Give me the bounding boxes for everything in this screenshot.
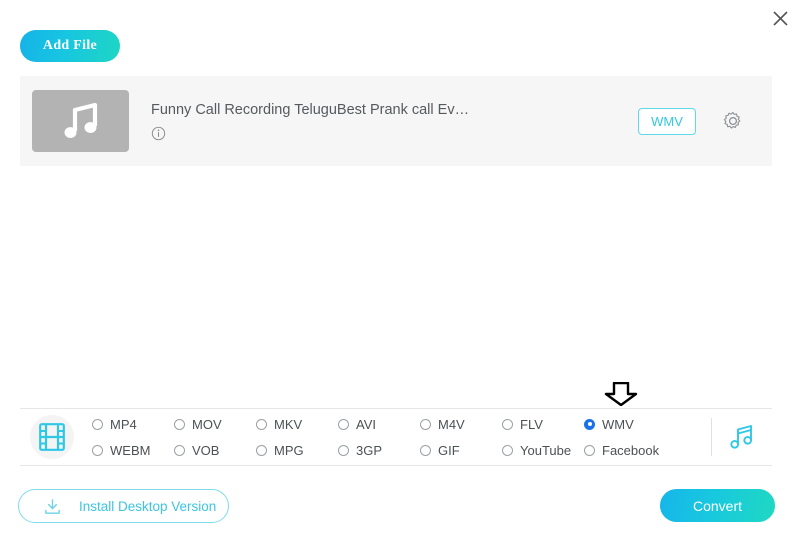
format-option-flv[interactable]: FLV (502, 411, 584, 437)
format-option-wmv[interactable]: WMV (584, 411, 666, 437)
download-icon (43, 497, 62, 516)
format-option-label: WEBM (110, 443, 150, 458)
format-option-label: GIF (438, 443, 460, 458)
close-icon (772, 10, 789, 27)
format-selection-bar: MP4 MOV MKV AVI M4V FLV WMV WEBM VOB MPG 3GP GIF You… (20, 408, 772, 466)
down-arrow-pointer (603, 382, 639, 406)
format-option-mkv[interactable]: MKV (256, 411, 338, 437)
install-desktop-version-label: Install Desktop Version (79, 499, 216, 514)
output-format-badge[interactable]: WMV (638, 108, 696, 135)
file-list-item[interactable]: Funny Call Recording TeluguBest Prank ca… (20, 76, 772, 166)
format-option-label: M4V (438, 417, 465, 432)
format-option-label: WMV (602, 417, 634, 432)
radio-button[interactable] (584, 419, 595, 430)
format-option-facebook[interactable]: Facebook (584, 437, 666, 463)
format-option-mp4[interactable]: MP4 (92, 411, 174, 437)
format-option-gif[interactable]: GIF (420, 437, 502, 463)
audio-formats-button[interactable] (712, 423, 772, 451)
radio-button[interactable] (256, 445, 267, 456)
music-note-icon (59, 101, 103, 141)
file-meta: Funny Call Recording TeluguBest Prank ca… (151, 102, 638, 141)
format-option-label: Facebook (602, 443, 659, 458)
install-desktop-version-button[interactable]: Install Desktop Version (18, 489, 229, 523)
radio-button[interactable] (502, 419, 513, 430)
format-option-label: MOV (192, 417, 222, 432)
format-option-m4v[interactable]: M4V (420, 411, 502, 437)
format-option-mpg[interactable]: MPG (256, 437, 338, 463)
format-option-label: MP4 (110, 417, 137, 432)
file-title: Funny Call Recording TeluguBest Prank ca… (151, 102, 481, 118)
convert-button[interactable]: Convert (660, 489, 775, 522)
format-option-label: MKV (274, 417, 302, 432)
add-file-label: Add File (43, 38, 97, 54)
format-option-avi[interactable]: AVI (338, 411, 420, 437)
add-file-button[interactable]: Add File (20, 30, 120, 62)
close-window-button[interactable] (766, 4, 794, 32)
radio-button[interactable] (174, 419, 185, 430)
radio-button[interactable] (420, 445, 431, 456)
format-options-grid: MP4 MOV MKV AVI M4V FLV WMV WEBM VOB MPG 3GP GIF You… (92, 411, 707, 463)
video-converter-window: Add File Funny Call Recording TeluguBest… (0, 0, 800, 540)
radio-button[interactable] (92, 419, 103, 430)
format-option-vob[interactable]: VOB (174, 437, 256, 463)
radio-button[interactable] (174, 445, 185, 456)
radio-button[interactable] (584, 445, 595, 456)
radio-button[interactable] (92, 445, 103, 456)
film-strip-icon (39, 423, 65, 451)
gear-icon[interactable] (722, 110, 744, 132)
radio-button[interactable] (502, 445, 513, 456)
file-thumbnail (32, 90, 129, 152)
format-option-3gp[interactable]: 3GP (338, 437, 420, 463)
format-option-mov[interactable]: MOV (174, 411, 256, 437)
format-option-youtube[interactable]: YouTube (502, 437, 584, 463)
video-formats-button[interactable] (30, 415, 74, 459)
radio-button[interactable] (420, 419, 431, 430)
format-option-label: YouTube (520, 443, 571, 458)
convert-label: Convert (693, 498, 742, 514)
format-option-label: MPG (274, 443, 304, 458)
format-option-label: 3GP (356, 443, 382, 458)
music-note-icon (728, 423, 756, 451)
info-icon[interactable] (151, 126, 166, 141)
radio-button[interactable] (256, 419, 267, 430)
format-option-label: AVI (356, 417, 376, 432)
format-option-webm[interactable]: WEBM (92, 437, 174, 463)
format-option-label: VOB (192, 443, 219, 458)
radio-button[interactable] (338, 419, 349, 430)
format-option-label: FLV (520, 417, 543, 432)
radio-button[interactable] (338, 445, 349, 456)
